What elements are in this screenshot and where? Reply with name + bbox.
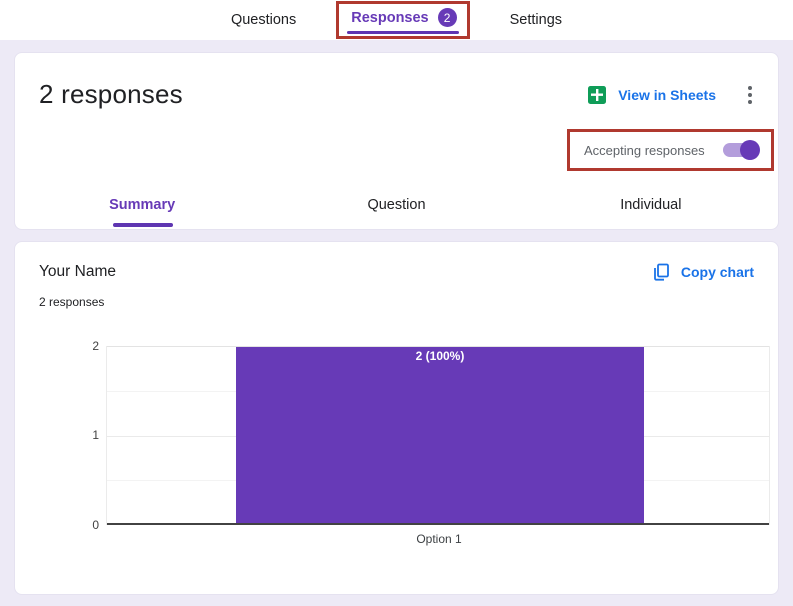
tab-questions[interactable]: Questions bbox=[231, 12, 296, 28]
question-title: Your Name bbox=[39, 263, 116, 281]
copy-chart-label: Copy chart bbox=[681, 264, 754, 280]
annotation-box-accepting-responses: Accepting responses bbox=[567, 129, 774, 171]
bar-value-label: 2 (100%) bbox=[236, 347, 644, 363]
x-axis-category-label: Option 1 bbox=[235, 532, 643, 546]
responses-count-title: 2 responses bbox=[39, 79, 183, 110]
y-axis-tick-0: 0 bbox=[77, 518, 99, 532]
summary-tabs: Summary Question Individual bbox=[15, 197, 778, 213]
copy-chart-button[interactable]: Copy chart bbox=[651, 262, 754, 282]
question-response-count: 2 responses bbox=[39, 295, 104, 309]
tab-question[interactable]: Question bbox=[269, 197, 523, 213]
tab-summary[interactable]: Summary bbox=[15, 197, 269, 213]
bar-chart-plot-area: 2 (100%) bbox=[106, 346, 770, 525]
tab-settings[interactable]: Settings bbox=[510, 12, 562, 28]
view-in-sheets-row: View in Sheets bbox=[588, 84, 756, 106]
accepting-responses-label: Accepting responses bbox=[584, 143, 705, 158]
x-axis-baseline bbox=[107, 523, 769, 525]
tab-responses[interactable]: Responses bbox=[351, 10, 428, 26]
responses-count-badge: 2 bbox=[438, 8, 457, 27]
annotation-box-responses: Responses 2 bbox=[336, 1, 469, 39]
view-in-sheets-link[interactable]: View in Sheets bbox=[618, 87, 716, 103]
summary-tab-underline bbox=[113, 223, 173, 227]
y-axis-tick-1: 1 bbox=[77, 428, 99, 442]
kebab-menu-icon[interactable] bbox=[744, 84, 756, 106]
accepting-responses-toggle[interactable] bbox=[723, 143, 757, 157]
copy-icon bbox=[651, 262, 671, 282]
toggle-knob bbox=[740, 140, 760, 160]
y-axis-tick-2: 2 bbox=[77, 339, 99, 353]
question-chart-card: Your Name 2 responses Copy chart 2 1 0 2… bbox=[14, 241, 779, 595]
sheets-icon bbox=[588, 86, 606, 104]
top-nav: Questions Responses 2 Settings bbox=[0, 0, 793, 40]
active-tab-underline bbox=[347, 31, 458, 34]
tab-individual[interactable]: Individual bbox=[524, 197, 778, 213]
responses-summary-card: 2 responses View in Sheets Accepting res… bbox=[14, 52, 779, 230]
bar-option-1: 2 (100%) bbox=[236, 347, 644, 525]
